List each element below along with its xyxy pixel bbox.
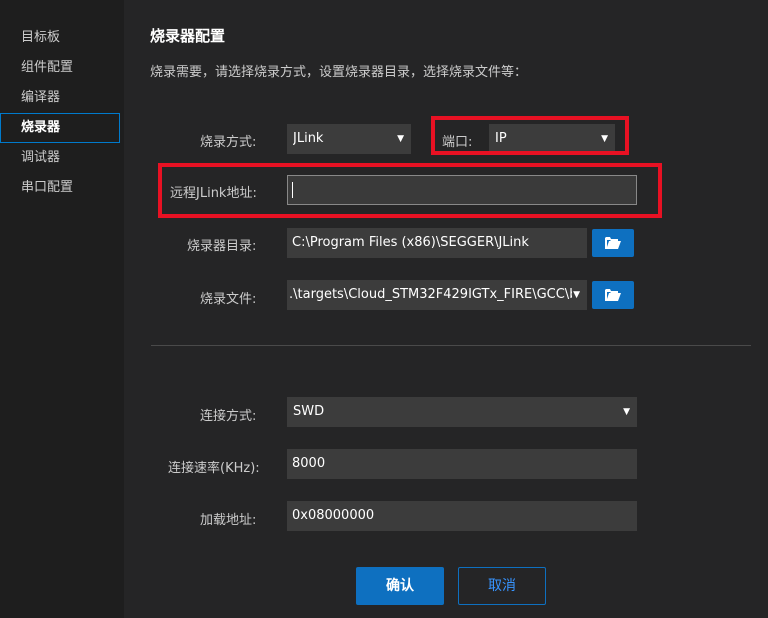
sidebar-item-debugger[interactable]: 调试器	[0, 143, 120, 173]
remote-address-label: 远程JLink地址:	[170, 186, 257, 201]
sidebar-item-flasher[interactable]: 烧录器	[0, 113, 120, 143]
confirm-button[interactable]: 确认	[356, 567, 444, 605]
sidebar-item-component-config[interactable]: 组件配置	[0, 53, 120, 83]
connect-speed-label: 连接速率(KHz):	[168, 461, 260, 476]
flash-file-label: 烧录文件:	[200, 292, 257, 307]
flasher-dir-value: C:\Program Files (x86)\SEGGER\JLink	[292, 235, 529, 250]
load-address-value: 0x08000000	[292, 508, 375, 523]
caret-down-icon: ▼	[397, 134, 404, 144]
flash-file-select[interactable]: .\targets\Cloud_STM32F429IGTx_FIRE\GCC\b…	[287, 280, 587, 310]
folder-open-icon	[605, 237, 621, 249]
settings-panel: 烧录器配置 烧录需要，请选择烧录方式，设置烧录器目录，选择烧录文件等： 烧录方式…	[124, 0, 768, 618]
folder-open-icon	[605, 289, 621, 301]
flasher-dir-label: 烧录器目录:	[187, 239, 257, 254]
caret-down-icon: ▼	[573, 290, 580, 300]
text-cursor	[292, 181, 293, 198]
browse-flasher-dir-button[interactable]	[592, 229, 634, 257]
sidebar-item-compiler[interactable]: 编译器	[0, 83, 120, 113]
connect-method-value: SWD	[293, 404, 325, 419]
load-address-label: 加载地址:	[200, 513, 257, 528]
connect-speed-input[interactable]: 8000	[287, 449, 637, 479]
flash-method-label: 烧录方式:	[200, 135, 257, 150]
browse-flash-file-button[interactable]	[592, 281, 634, 309]
connect-method-label: 连接方式:	[200, 409, 257, 424]
sidebar-item-serial-config[interactable]: 串口配置	[0, 173, 120, 203]
port-value: IP	[495, 131, 507, 146]
flasher-dir-input[interactable]: C:\Program Files (x86)\SEGGER\JLink	[287, 228, 587, 258]
load-address-input[interactable]: 0x08000000	[287, 501, 637, 531]
port-label: 端口:	[442, 135, 473, 150]
flash-file-value: .\targets\Cloud_STM32F429IGTx_FIRE\GCC\b…	[289, 287, 572, 302]
port-select[interactable]: IP ▼	[489, 124, 615, 154]
caret-down-icon: ▼	[623, 407, 630, 417]
remote-address-input[interactable]	[287, 175, 637, 205]
flash-method-value: JLink	[293, 131, 324, 146]
sidebar: 目标板 组件配置 编译器 烧录器 调试器 串口配置	[0, 0, 124, 618]
sidebar-item-target-board[interactable]: 目标板	[0, 23, 120, 53]
connect-speed-value: 8000	[292, 456, 326, 471]
section-divider	[151, 345, 751, 346]
connect-method-select[interactable]: SWD ▼	[287, 397, 637, 427]
flash-method-select[interactable]: JLink ▼	[287, 124, 411, 154]
page-title: 烧录器配置	[150, 27, 226, 45]
page-description: 烧录需要，请选择烧录方式，设置烧录器目录，选择烧录文件等：	[150, 65, 528, 80]
cancel-button[interactable]: 取消	[458, 567, 546, 605]
caret-down-icon: ▼	[601, 134, 608, 144]
